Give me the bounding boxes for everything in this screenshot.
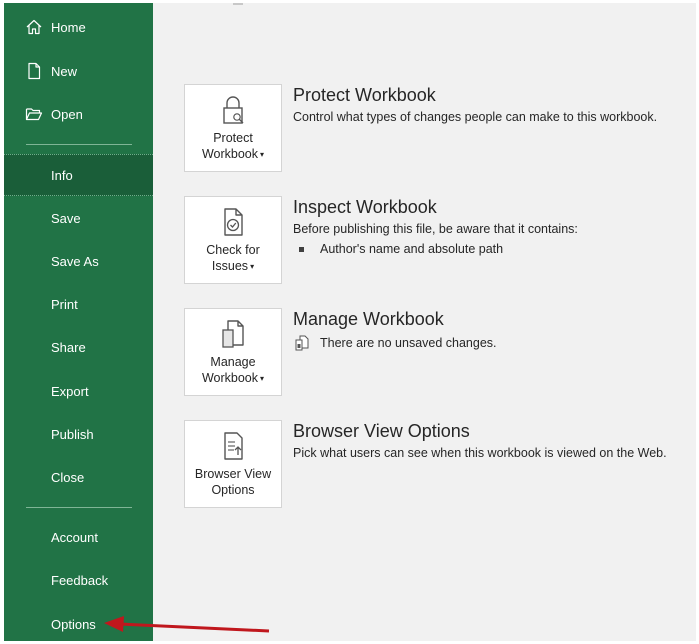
backstage-view: Home New Open Info Save Save As Print Sh…	[4, 3, 696, 641]
protect-workbook-button[interactable]: Protect Workbook ▾	[184, 84, 282, 172]
section-title: Protect Workbook	[293, 85, 436, 105]
sidebar-item-info[interactable]: Info	[4, 154, 153, 196]
protect-button-label-line2: Workbook	[201, 147, 259, 161]
unsaved-changes-icon	[294, 335, 310, 351]
bullet-icon	[299, 246, 304, 252]
backstage-sidebar: Home New Open Info Save Save As Print Sh…	[4, 3, 153, 641]
browser-button-label-line1: Browser View	[194, 467, 272, 481]
sidebar-item-label: Export	[51, 383, 89, 399]
manage-workbook-button[interactable]: Manage Workbook ▾	[184, 308, 282, 396]
sidebar-item-label: Info	[51, 167, 73, 183]
sidebar-item-feedback[interactable]: Feedback	[4, 560, 153, 600]
sidebar-item-label: Print	[51, 296, 78, 312]
sidebar-item-print[interactable]: Print	[4, 284, 153, 324]
dropdown-caret-icon: ▾	[260, 373, 265, 383]
sidebar-item-new[interactable]: New	[4, 51, 153, 91]
browser-view-icon	[217, 430, 249, 462]
section-title: Browser View Options	[293, 421, 470, 441]
browser-view-options-button[interactable]: Browser View Options	[184, 420, 282, 508]
sidebar-item-options[interactable]: Options	[4, 604, 153, 644]
check-button-label-line1: Check for	[206, 243, 260, 257]
manage-button-label-line1: Manage	[210, 355, 256, 369]
manage-workbook-section: Manage Workbook ▾ Manage Workbook There a…	[184, 308, 684, 398]
manage-status-text: There are no unsaved changes.	[320, 336, 497, 350]
sidebar-item-save-as[interactable]: Save As	[4, 241, 153, 281]
inspect-bullet-text: Author's name and absolute path	[320, 242, 504, 256]
new-document-icon	[25, 62, 43, 80]
scroll-indicator	[233, 3, 243, 5]
sidebar-item-close[interactable]: Close	[4, 457, 153, 497]
sidebar-item-export[interactable]: Export	[4, 371, 153, 411]
sidebar-item-label: Open	[51, 106, 83, 122]
home-icon	[25, 18, 43, 36]
folder-open-icon	[25, 105, 43, 123]
sidebar-item-label: Share	[51, 339, 86, 355]
inspect-workbook-section: Check for Issues ▾ Inspect Workbook Befor…	[184, 196, 684, 286]
protect-button-label-line1: Protect	[213, 131, 253, 145]
info-panel: Protect Workbook ▾ Protect Workbook Contr…	[153, 3, 696, 641]
section-description: Pick what users can see when this workbo…	[293, 446, 667, 460]
sidebar-item-label: Save As	[51, 253, 99, 269]
check-for-issues-button[interactable]: Check for Issues ▾	[184, 196, 282, 284]
sidebar-item-label: Publish	[51, 426, 94, 442]
sidebar-item-save[interactable]: Save	[4, 198, 153, 238]
sidebar-item-label: Home	[51, 19, 86, 35]
browser-view-section: Browser View Options Browser View Option…	[184, 420, 684, 510]
sidebar-item-share[interactable]: Share	[4, 327, 153, 367]
sidebar-item-label: Save	[51, 210, 81, 226]
sidebar-item-label: Options	[51, 616, 96, 632]
sidebar-divider	[26, 144, 132, 145]
check-button-label-line2: Issues	[211, 259, 249, 273]
section-title: Inspect Workbook	[293, 197, 437, 217]
section-title: Manage Workbook	[293, 309, 444, 329]
sidebar-item-open[interactable]: Open	[4, 94, 153, 134]
section-description: Before publishing this file, be aware th…	[293, 222, 578, 236]
sidebar-item-account[interactable]: Account	[4, 517, 153, 557]
check-document-icon	[217, 206, 249, 238]
browser-button-label-line2: Options	[211, 483, 255, 497]
manage-button-label-line2: Workbook	[201, 371, 259, 385]
dropdown-caret-icon: ▾	[250, 261, 255, 271]
sidebar-item-label: Feedback	[51, 572, 109, 588]
dropdown-caret-icon: ▾	[260, 149, 265, 159]
sidebar-item-label: Account	[51, 529, 98, 545]
lock-icon	[217, 94, 249, 126]
protect-workbook-section: Protect Workbook ▾ Protect Workbook Contr…	[184, 84, 684, 174]
sidebar-item-label: Close	[51, 469, 85, 485]
manage-documents-icon	[217, 318, 249, 350]
sidebar-item-publish[interactable]: Publish	[4, 414, 153, 454]
sidebar-item-home[interactable]: Home	[4, 7, 153, 47]
section-description: Control what types of changes people can…	[293, 110, 658, 124]
sidebar-divider	[26, 507, 132, 508]
sidebar-item-label: New	[51, 63, 78, 79]
